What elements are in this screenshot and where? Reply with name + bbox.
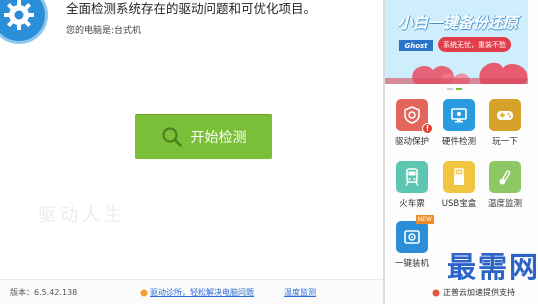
tool-label: USB宝盒	[441, 199, 477, 209]
usb-icon	[443, 161, 475, 193]
tool-temperature-monitor[interactable]: 温度监测	[482, 161, 528, 209]
carousel-dot-active[interactable]	[456, 88, 462, 90]
brand-watermark: 最需网	[447, 250, 538, 284]
tool-hardware-detect[interactable]: 硬件检测	[436, 99, 482, 147]
carousel-dot[interactable]	[447, 88, 453, 90]
tool-label: 硬件检测	[441, 137, 476, 147]
cloud-icon	[432, 289, 440, 296]
warning-badge-icon: !	[422, 123, 433, 134]
promo-banner[interactable]: 小白一键备份还原 Ghost 系统无忧，重装不愁	[385, 0, 528, 84]
tool-label: 驱动保护	[394, 137, 429, 147]
tool-usb-box[interactable]: USB宝盒	[436, 161, 482, 209]
driver-diagnosis-label: 驱动诊所，轻松解决电脑问题	[150, 288, 254, 297]
main-panel: 全面检测系统存在的驱动问题和可优化项目。 您的电脑是:台式机 开始检测 驱动人生…	[0, 0, 383, 304]
support-label: 正普云加速提供支持	[432, 287, 515, 298]
banner-title: 小白一键备份还原	[398, 14, 519, 32]
tool-label: 一键装机	[394, 259, 429, 269]
search-icon	[161, 126, 182, 147]
wrench-icon	[140, 289, 148, 296]
monitor-icon	[443, 99, 475, 131]
tool-label: 玩一下	[492, 137, 518, 147]
new-badge: NEW	[415, 215, 434, 224]
start-scan-button[interactable]: 开始检测	[135, 114, 272, 159]
start-scan-label: 开始检测	[190, 129, 247, 146]
tool-train-tickets[interactable]: 火车票	[389, 161, 435, 209]
carousel-indicator	[447, 88, 467, 91]
tool-label: 温度监测	[487, 199, 522, 209]
footer-bar: 版本：6.5.42.138 驱动诊所，轻松解决电脑问题 温度监测	[0, 279, 383, 304]
gamepad-icon	[489, 99, 521, 131]
tool-one-click-install[interactable]: NEW 一键装机	[389, 215, 435, 269]
page-headline: 全面检测系统存在的驱动问题和可优化项目。	[66, 1, 317, 16]
temperature-monitor-link[interactable]: 温度监测	[284, 287, 316, 298]
train-icon	[396, 161, 428, 193]
version-label: 版本：6.5.42.138	[10, 288, 78, 297]
thermometer-icon	[489, 161, 521, 193]
background-watermark: 驱动人生	[38, 205, 126, 226]
tool-play-game[interactable]: 玩一下	[482, 99, 528, 147]
tool-label: 火车票	[399, 199, 425, 209]
disk-install-icon: NEW	[396, 215, 434, 253]
driver-diagnosis-link[interactable]: 驱动诊所，轻松解决电脑问题	[140, 287, 254, 298]
banner-subtitle: 系统无忧，重装不愁	[438, 37, 511, 52]
app-logo-gear-icon	[0, 0, 48, 44]
computer-type-label: 您的电脑是:台式机	[66, 26, 142, 36]
tool-driver-protection[interactable]: ! 驱动保护	[389, 99, 435, 147]
support-text: 正普云加速提供支持	[443, 288, 515, 297]
ghost-label: Ghost	[399, 40, 433, 51]
shield-gear-icon: !	[396, 99, 433, 134]
